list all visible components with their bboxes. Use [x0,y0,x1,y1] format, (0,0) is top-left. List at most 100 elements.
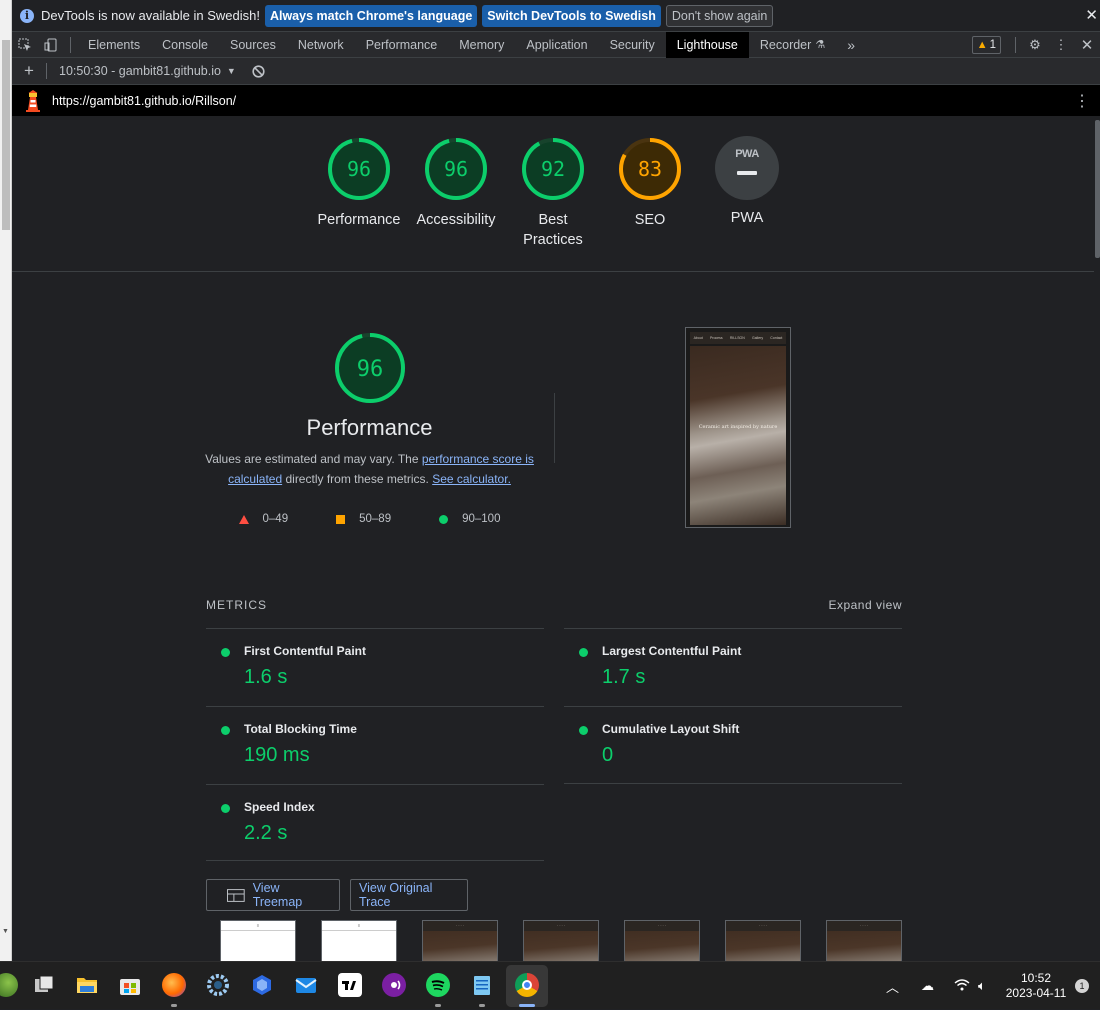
filmstrip-frame: ≡ [321,920,397,961]
more-options-kebab-icon[interactable]: ⋮ [1048,37,1074,53]
switch-to-swedish-button[interactable]: Switch DevTools to Swedish [482,4,661,27]
report-scrollbar[interactable] [1094,116,1100,961]
view-treemap-button[interactable]: View Treemap [206,879,340,911]
view-treemap-label: View Treemap [252,881,303,909]
screenshot-hero-image [690,346,786,525]
mail-icon[interactable] [294,973,318,997]
tab-performance[interactable]: Performance [355,32,449,58]
notepad-icon[interactable] [470,973,494,997]
pwa-badge-text: PWA [735,148,759,160]
spotify-icon[interactable] [426,973,450,997]
chrome-icon[interactable] [515,973,539,997]
device-toolbar-icon[interactable] [38,38,64,52]
inspect-element-icon[interactable] [12,38,38,52]
always-match-language-button[interactable]: Always match Chrome's language [264,4,478,27]
tabbar-separator [70,36,71,53]
close-devtools-icon[interactable]: ✕ [1074,36,1100,54]
screenshot-nav-item: Contact [770,336,783,340]
gauge-ring: 83 [619,138,681,200]
volume-speaker-icon[interactable]: 🔈︎ [978,978,986,994]
task-view-icon[interactable] [32,973,56,997]
screenshot-nav-item: Gallery [752,336,764,340]
new-report-plus-icon[interactable]: + [12,61,46,81]
notification-count-badge[interactable]: 1 [1075,979,1089,993]
notepad-running-indicator [479,1004,485,1007]
scroll-down-arrow-icon[interactable]: ▼ [2,928,9,935]
gauge-seo[interactable]: 83 SEO [600,136,700,230]
average-square-icon [336,514,346,524]
file-explorer-icon[interactable] [75,973,99,997]
tab-console[interactable]: Console [151,32,219,58]
metric-name: First Contentful Paint [244,644,366,658]
legend-pass: 90–100 [439,513,500,525]
screenshot-nav: About Process RILLSON Gallery Contact [690,332,786,344]
clear-reports-icon[interactable] [246,64,272,78]
settings-icon[interactable] [206,973,230,997]
toolbar-separator [46,63,47,79]
tab-network[interactable]: Network [287,32,355,58]
tab-recorder[interactable]: Recorder ⚗ [749,32,836,58]
filmstrip-frame: · · · · [624,920,700,961]
gauge-ring: 96 [425,138,487,200]
tab-elements[interactable]: Elements [77,32,151,58]
metric-value: 1.7 s [602,666,646,688]
podcast-app-icon[interactable] [382,973,406,997]
gauge-best-practices[interactable]: 92 Best Practices [503,136,603,250]
frame-nav: ≡ [221,921,295,931]
chrome-running-indicator [519,1004,535,1007]
fail-triangle-icon [238,514,249,524]
frame-nav: · · · · [827,921,901,931]
gauge-score: 83 [638,157,662,181]
more-tabs-chevron-icon[interactable]: » [836,32,866,58]
tradingview-icon[interactable] [338,973,362,997]
taskbar-clock[interactable]: 10:52 2023-04-11 [1003,971,1069,1001]
firefox-icon[interactable] [162,973,186,997]
final-screenshot[interactable]: About Process RILLSON Gallery Contact Ce… [685,327,791,528]
gauge-score: 92 [541,157,565,181]
copilot-app-icon[interactable] [250,973,274,997]
tab-security[interactable]: Security [599,32,666,58]
close-infobar-icon[interactable]: ✕ [1085,6,1098,24]
performance-summary: 96 Performance Values are estimated and … [192,331,547,525]
expand-view-toggle[interactable]: Expand view [828,598,902,612]
tab-sources[interactable]: Sources [219,32,287,58]
show-hidden-icons-chevron-icon[interactable]: ︿ [886,977,899,996]
widgets-icon[interactable] [0,973,18,997]
settings-gear-icon[interactable]: ⚙ [1022,37,1048,53]
score-legend: 0–49 50–89 90–100 [192,513,547,525]
warning-icon: ▲ [976,39,988,51]
legend-fail-text: 0–49 [262,513,289,525]
tab-recorder-label: Recorder [759,37,812,52]
gauge-label: SEO [634,212,666,228]
wifi-icon[interactable] [954,978,970,994]
report-url-bar: https://gambit81.github.io/Rillson/ ⋮ [12,85,1100,116]
gauge-pwa[interactable]: PWA PWA [697,136,797,228]
gauge-performance[interactable]: 96 Performance [309,136,409,230]
clock-time: 10:52 [1020,971,1052,985]
lighthouse-toolbar: + 10:50:30 - gambit81.github.io ▼ [12,58,1100,85]
warnings-badge[interactable]: ▲ 1 [971,36,1001,54]
metrics-header: METRICS Expand view [206,598,902,628]
background-scroll-thumb[interactable] [2,40,10,230]
report-scroll-thumb[interactable] [1095,120,1100,258]
onedrive-cloud-icon[interactable]: ☁ [921,978,934,994]
perf-desc-text-1: Values are estimated and may vary. The [205,452,422,466]
gauge-accessibility[interactable]: 96 Accessibility [406,136,506,230]
report-selector-dropdown[interactable]: 10:50:30 - gambit81.github.io ▼ [51,64,236,78]
view-original-trace-button[interactable]: View Original Trace [350,879,468,911]
metric-name: Largest Contentful Paint [602,644,742,658]
see-calculator-link[interactable]: See calculator. [432,472,511,486]
performance-big-score: 96 [356,357,383,382]
report-url[interactable]: https://gambit81.github.io/Rillson/ [52,94,236,108]
legend-average: 50–89 [336,513,391,525]
screenshot-nav-item: About [693,336,703,340]
score-gauges-header: 96 Performance 96 Accessibility 92 Best … [12,116,1094,272]
report-menu-kebab-icon[interactable]: ⋮ [1074,91,1090,111]
language-infobar: i DevTools is now available in Swedish! … [12,0,1100,32]
tab-memory[interactable]: Memory [448,32,515,58]
tab-application[interactable]: Application [515,32,598,58]
microsoft-store-icon[interactable] [118,973,142,997]
screenshot-nav-item: Process [709,336,723,340]
dont-show-again-button[interactable]: Don't show again [665,4,774,27]
tab-lighthouse[interactable]: Lighthouse [665,31,749,58]
